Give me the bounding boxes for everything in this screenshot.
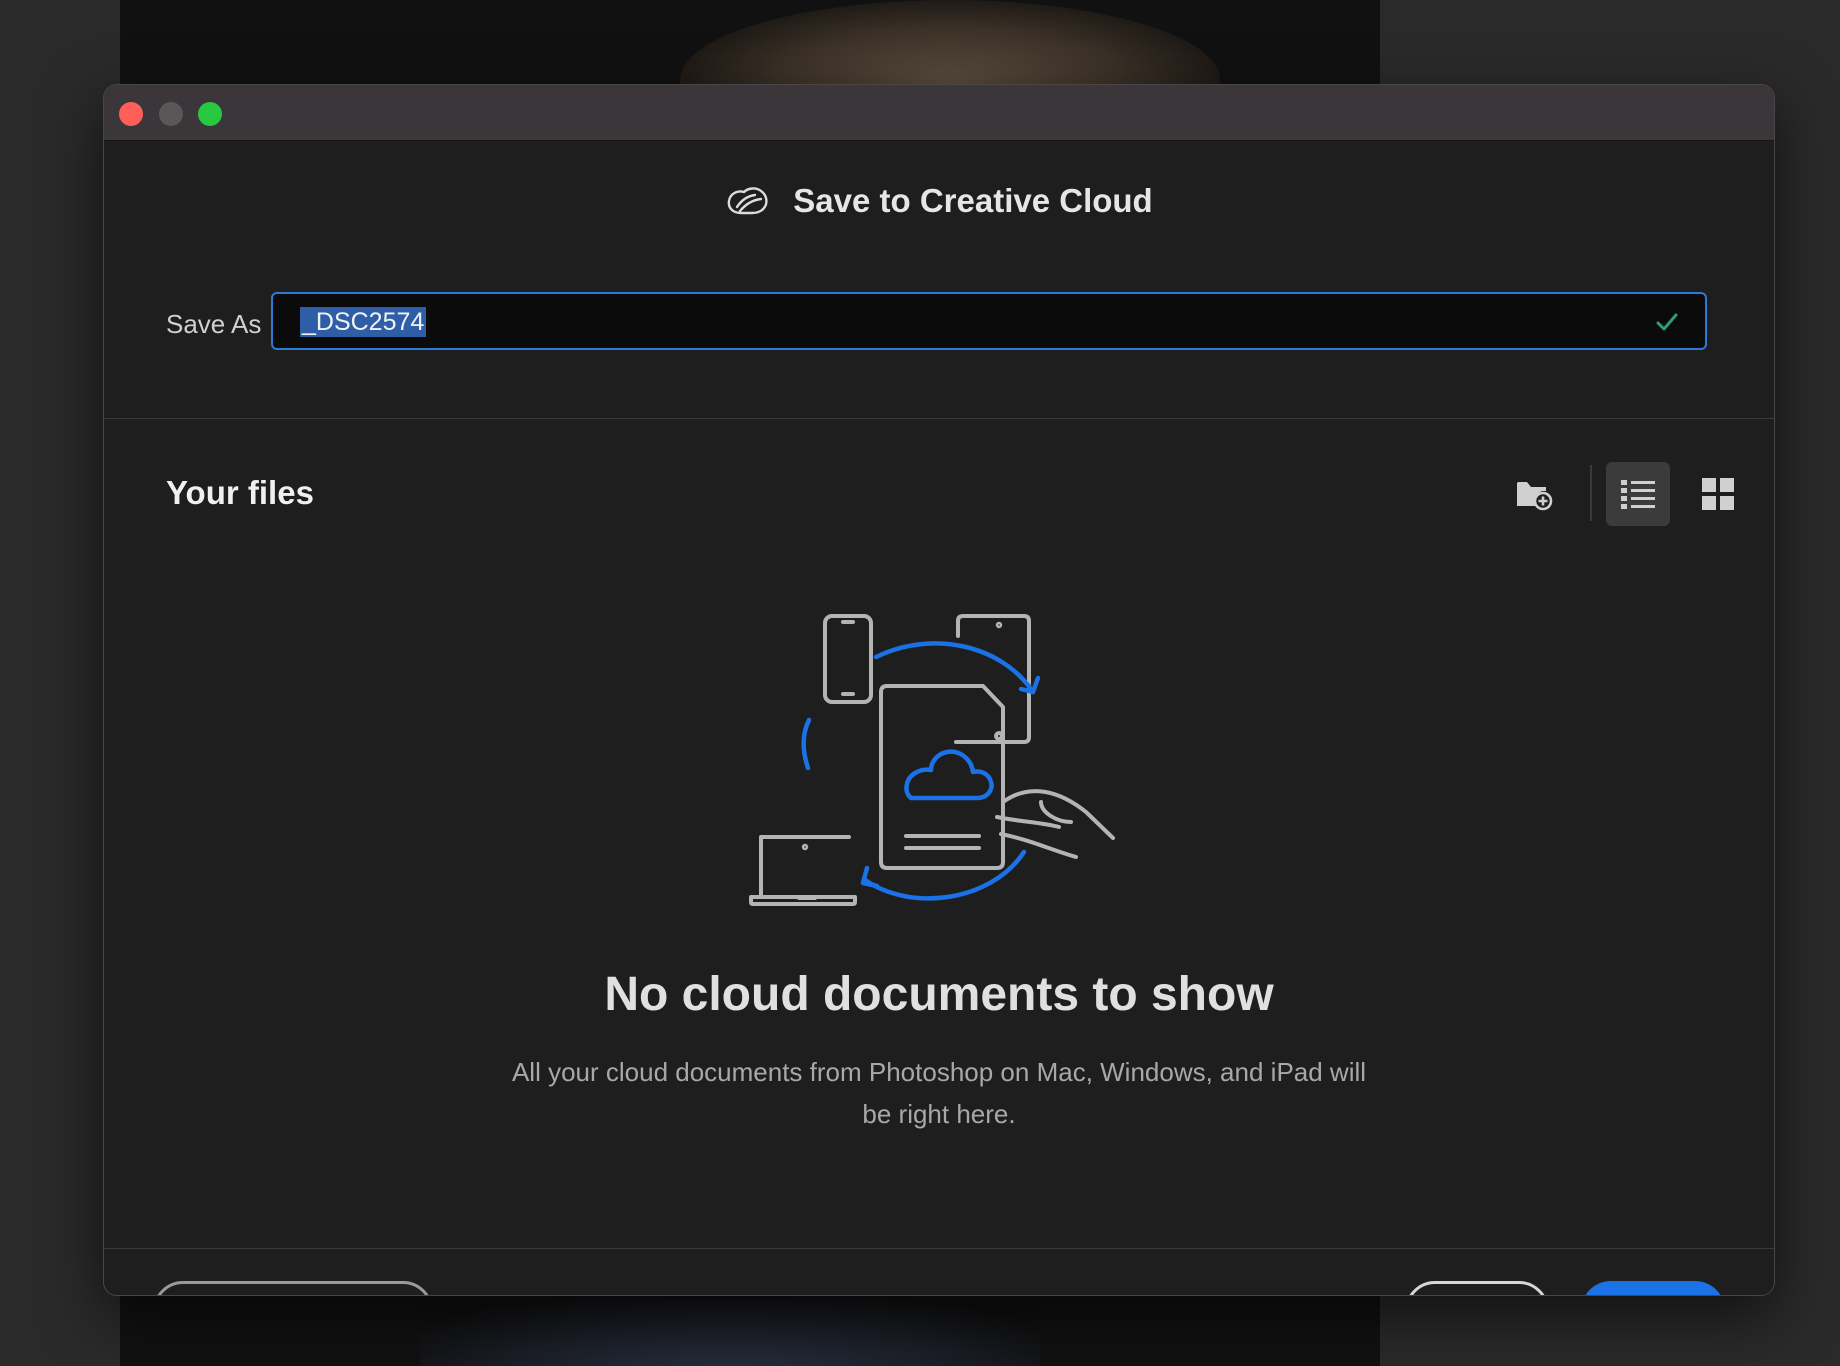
grid-view-button[interactable] bbox=[1686, 462, 1750, 526]
save-as-input[interactable]: _DSC2574 bbox=[271, 292, 1707, 350]
background-photo-top bbox=[120, 0, 1380, 90]
your-files-heading: Your files bbox=[166, 474, 314, 511]
cancel-button[interactable]: Cancel bbox=[1405, 1281, 1549, 1295]
close-window-button[interactable] bbox=[119, 102, 143, 126]
save-as-value[interactable]: _DSC2574 bbox=[300, 307, 427, 337]
cloud-sync-illustration-icon bbox=[749, 614, 1115, 906]
creative-cloud-logo-icon bbox=[727, 187, 768, 215]
minimize-window-button[interactable] bbox=[159, 102, 183, 126]
zoom-window-button[interactable] bbox=[198, 102, 222, 126]
toolbar-divider bbox=[1590, 465, 1592, 521]
empty-state-description: All your cloud documents from Photoshop … bbox=[511, 1057, 1367, 1129]
checkmark-icon bbox=[1656, 313, 1678, 331]
save-as-label: Save As bbox=[166, 309, 262, 339]
list-view-button[interactable] bbox=[1606, 462, 1670, 526]
dialog-footer: On your computer Cancel Save bbox=[104, 1249, 1774, 1295]
dialog-title: Save to Creative Cloud bbox=[793, 182, 1153, 219]
files-panel: Your files No cloud documents to show Al… bbox=[104, 419, 1774, 1249]
window-titlebar bbox=[104, 85, 1774, 141]
dialog-header: Save to Creative Cloud Save As _DSC2574 bbox=[104, 141, 1774, 419]
list-view-icon bbox=[1621, 480, 1655, 509]
new-folder-button[interactable] bbox=[1502, 462, 1566, 526]
background-photo-bottom bbox=[120, 1290, 1380, 1366]
save-button[interactable]: Save bbox=[1581, 1281, 1725, 1295]
save-dialog-window: Save to Creative Cloud Save As _DSC2574 … bbox=[103, 84, 1775, 1296]
new-folder-icon bbox=[1517, 482, 1553, 511]
on-your-computer-button[interactable]: On your computer bbox=[153, 1281, 433, 1295]
dialog-title-row: Save to Creative Cloud bbox=[104, 171, 1774, 231]
grid-view-icon bbox=[1702, 478, 1734, 510]
empty-state-title: No cloud documents to show bbox=[604, 968, 1274, 1021]
